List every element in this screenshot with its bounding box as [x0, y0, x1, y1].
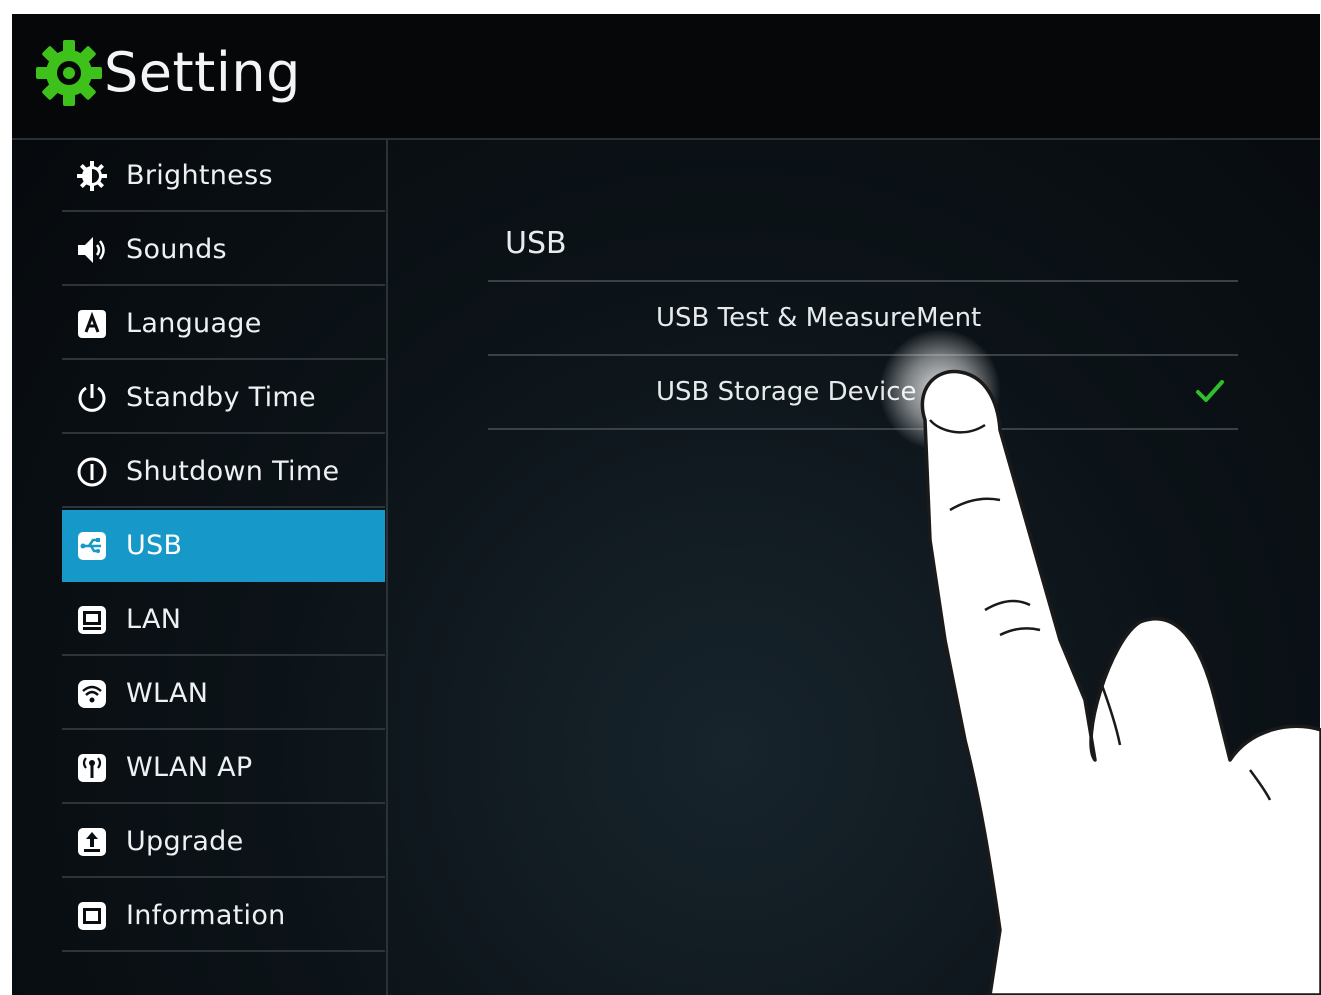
touch-glow [880, 330, 1000, 450]
title-bar: Setting [12, 14, 1320, 140]
sidebar-item-wlan-ap[interactable]: WLAN AP [62, 732, 385, 804]
usb-test-measurement-option[interactable]: USB Test & MeasureMent [488, 282, 1238, 354]
sidebar-item-brightness[interactable]: Brightness [62, 140, 385, 212]
settings-sidebar: Brightness Sounds Language Standby Time [12, 140, 388, 995]
sidebar-item-lan[interactable]: LAN [62, 584, 385, 656]
sidebar-item-shutdown-time[interactable]: Shutdown Time [62, 436, 385, 508]
shutdown-icon [77, 457, 107, 487]
option-label: USB Storage Device [656, 377, 917, 407]
gear-icon [36, 40, 102, 106]
settings-screen: Setting Brightness Sounds Language Stand… [12, 14, 1320, 995]
divider [488, 428, 1238, 430]
sidebar-item-sounds[interactable]: Sounds [62, 214, 385, 286]
sidebar-item-label: LAN [126, 604, 182, 635]
language-icon [78, 310, 106, 338]
sidebar-item-language[interactable]: Language [62, 288, 385, 360]
sidebar-item-label: WLAN [126, 678, 209, 709]
sidebar-item-label: Brightness [126, 160, 273, 191]
sidebar-item-upgrade[interactable]: Upgrade [62, 806, 385, 878]
sidebar-item-label: WLAN AP [126, 752, 253, 783]
sidebar-item-label: Standby Time [126, 382, 316, 413]
sidebar-item-usb[interactable]: USB [62, 510, 385, 582]
upgrade-icon [78, 828, 106, 856]
sidebar-item-label: Language [126, 308, 262, 339]
usb-icon [78, 532, 106, 560]
check-icon [1196, 380, 1224, 402]
sidebar-item-information[interactable]: Information [62, 880, 385, 952]
sidebar-item-standby-time[interactable]: Standby Time [62, 362, 385, 434]
panel-title: USB [505, 226, 567, 261]
sidebar-item-label: Upgrade [126, 826, 244, 857]
hotspot-icon [78, 754, 106, 782]
app-title: Setting [104, 41, 301, 104]
usb-storage-device-option[interactable]: USB Storage Device [488, 356, 1238, 428]
brightness-icon [77, 161, 107, 191]
speaker-icon [78, 237, 105, 263]
sidebar-item-wlan[interactable]: WLAN [62, 658, 385, 730]
lan-icon [78, 606, 106, 634]
wifi-icon [78, 680, 106, 708]
sidebar-item-label: USB [126, 530, 183, 561]
sidebar-item-label: Shutdown Time [126, 456, 340, 487]
info-icon [78, 902, 106, 930]
sidebar-item-label: Information [126, 900, 286, 931]
power-icon [78, 384, 106, 412]
sidebar-item-label: Sounds [126, 234, 227, 265]
